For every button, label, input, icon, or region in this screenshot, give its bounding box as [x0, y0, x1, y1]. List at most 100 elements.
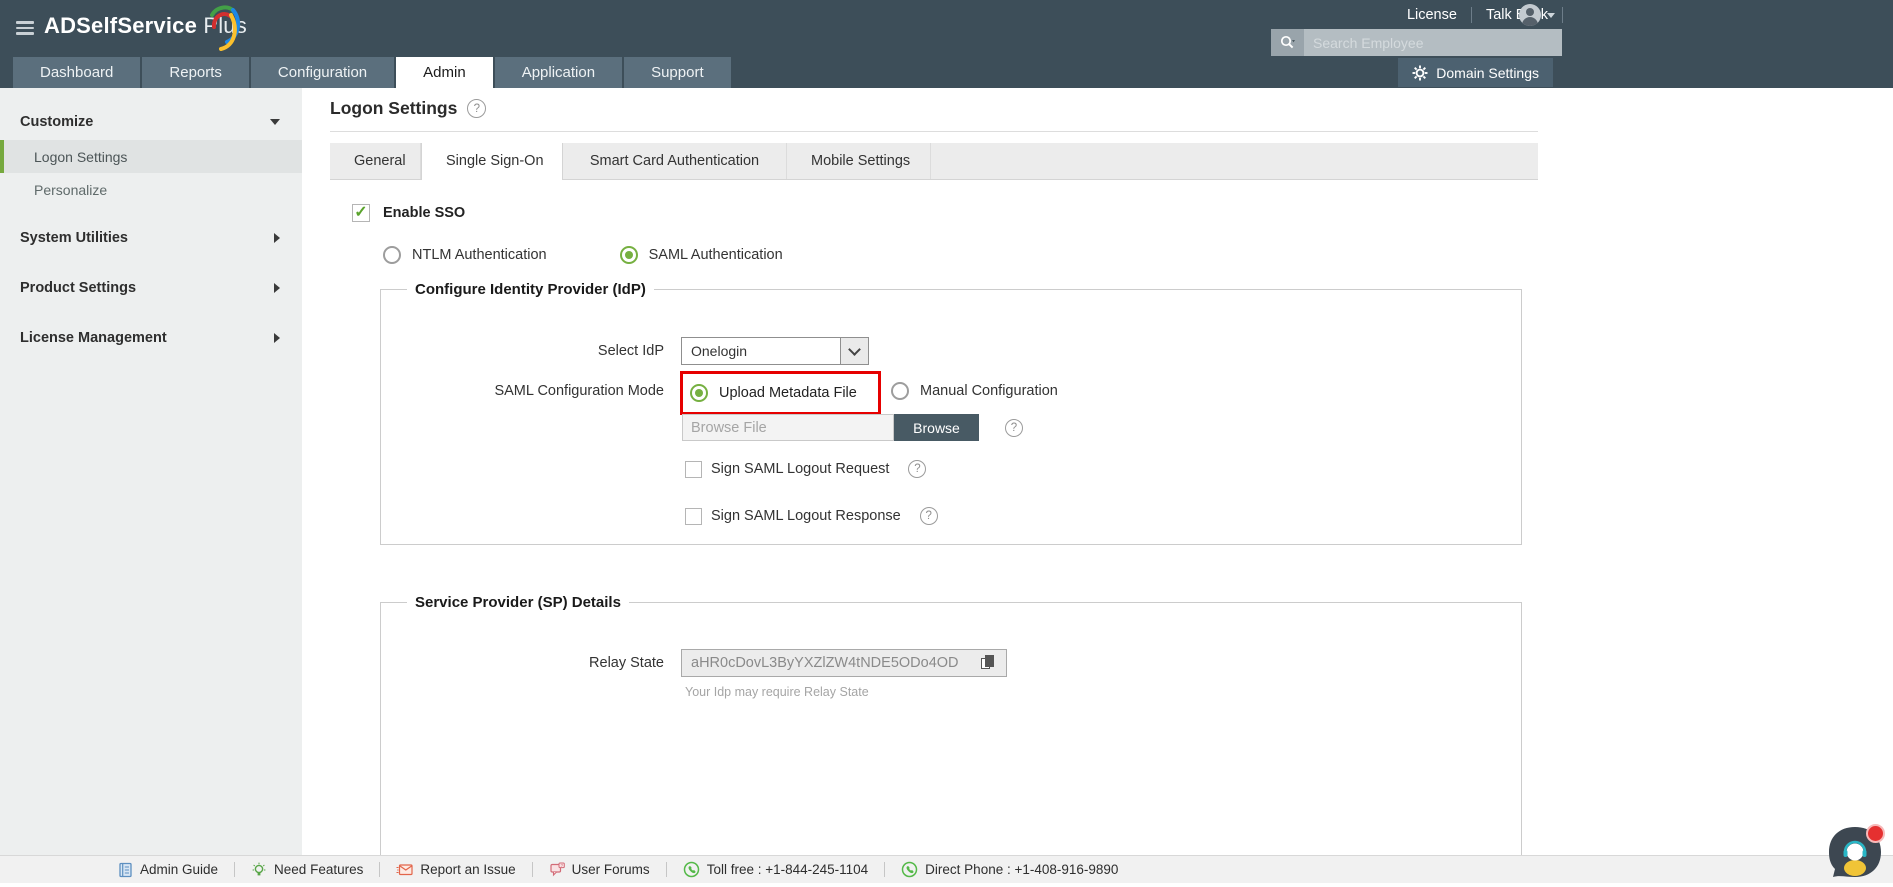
search-scope-button[interactable] [1271, 29, 1304, 56]
toll-free-contact: Toll free : +1-844-245-1104 [683, 861, 868, 878]
phone-icon [901, 861, 918, 878]
idp-fieldset: Configure Identity Provider (IdP) Select… [380, 281, 1522, 545]
license-link[interactable]: License [1393, 7, 1471, 23]
browse-help-icon[interactable]: ? [1005, 419, 1023, 437]
upload-metadata-label: Upload Metadata File [719, 385, 857, 401]
need-features-icon [252, 862, 266, 875]
sidebar-item-customize[interactable]: Customize [0, 104, 302, 140]
tab-mobile-settings[interactable]: Mobile Settings [787, 143, 931, 179]
nav-tab-support[interactable]: Support [624, 57, 731, 88]
relay-state-label: Relay State [589, 655, 664, 671]
select-idp-label: Select IdP [597, 343, 664, 359]
sidebar-item-license-management[interactable]: License Management [0, 320, 302, 356]
logo-swirl-icon [210, 5, 241, 51]
divider [1562, 7, 1563, 23]
tab-general[interactable]: General [330, 143, 421, 179]
hamburger-menu-icon[interactable] [16, 21, 34, 35]
user-forums-link[interactable]: ? User Forums [549, 862, 650, 878]
chevron-right-icon [274, 283, 280, 293]
user-avatar-icon[interactable] [1519, 4, 1541, 26]
enable-sso-label: Enable SSO [383, 205, 466, 221]
nav-tab-dashboard[interactable]: Dashboard [13, 57, 141, 88]
toll-free-label: Toll free : +1-844-245-1104 [706, 862, 869, 877]
report-issue-link[interactable]: Report an Issue [396, 862, 516, 877]
sidebar-item-label: Logon Settings [34, 148, 128, 165]
sign-logout-response-checkbox[interactable] [685, 507, 702, 525]
user-forums-icon: ? [550, 862, 565, 876]
divider [330, 131, 1538, 132]
phone-icon [683, 861, 699, 878]
notification-dot [1866, 824, 1885, 843]
logo-main-text: ADSelfService [44, 13, 198, 38]
sign-logout-request-help-icon[interactable]: ? [908, 460, 927, 478]
nav-tab-admin[interactable]: Admin [396, 57, 493, 88]
sign-logout-response-label: Sign SAML Logout Response [711, 508, 901, 524]
saml-authentication-radio[interactable] [619, 246, 638, 264]
sign-logout-request-checkbox[interactable] [685, 460, 702, 478]
divider [531, 862, 533, 877]
domain-settings-button[interactable]: Domain Settings [1398, 58, 1553, 87]
sign-logout-response-help-icon[interactable]: ? [919, 507, 938, 525]
manual-configuration-label: Manual Configuration [920, 383, 1058, 399]
page-help-icon[interactable]: ? [467, 99, 487, 118]
settings-tabstrip: General Single Sign-On Smart Card Authen… [330, 143, 1538, 180]
nav-tab-reports[interactable]: Reports [142, 57, 249, 88]
saml-authentication-label: SAML Authentication [648, 247, 783, 263]
sidebar-item-logon-settings[interactable]: Logon Settings [0, 140, 302, 173]
sidebar-item-product-settings[interactable]: Product Settings [0, 270, 302, 306]
chevron-right-icon [274, 333, 280, 343]
sign-logout-request-label: Sign SAML Logout Request [711, 461, 890, 477]
sidebar-item-label: License Management [20, 330, 167, 346]
admin-guide-link[interactable]: Admin Guide [118, 862, 218, 878]
nav-tab-configuration[interactable]: Configuration [250, 57, 395, 88]
report-issue-label: Report an Issue [420, 862, 516, 877]
sidebar-item-label: Personalize [34, 181, 108, 198]
user-forums-label: User Forums [571, 862, 650, 877]
browse-button[interactable]: Browse [894, 414, 979, 441]
nav-tab-application[interactable]: Application [494, 57, 623, 88]
idp-legend: Configure Identity Provider (IdP) [415, 281, 646, 298]
divider [234, 862, 236, 877]
support-chat-button[interactable] [1825, 824, 1885, 882]
direct-phone-contact: Direct Phone : +1-408-916-9890 [901, 861, 1118, 878]
chevron-down-icon[interactable] [840, 338, 868, 364]
main-nav: Dashboard Reports Configuration Admin Ap… [0, 57, 1893, 88]
sidebar-item-label: Product Settings [20, 280, 137, 296]
saml-mode-label: SAML Configuration Mode [494, 383, 664, 399]
upload-metadata-highlight-box: Upload Metadata File [680, 371, 881, 415]
chevron-right-icon [274, 233, 280, 243]
sidebar-item-system-utilities[interactable]: System Utilities [0, 220, 302, 256]
gear-icon [1412, 65, 1428, 80]
manual-configuration-radio[interactable] [891, 382, 909, 400]
tab-single-sign-on[interactable]: Single Sign-On [421, 143, 563, 180]
chevron-down-icon [270, 119, 280, 125]
ntlm-authentication-radio[interactable] [383, 246, 401, 264]
chevron-down-icon[interactable] [1547, 12, 1555, 18]
relay-state-input[interactable] [681, 649, 1007, 677]
report-issue-icon [396, 864, 413, 876]
select-idp-dropdown[interactable]: Onelogin [681, 337, 869, 365]
metadata-file-input[interactable] [682, 414, 894, 441]
search-icon [1280, 35, 1295, 49]
admin-guide-icon [119, 862, 132, 877]
sp-fieldset: Service Provider (SP) Details Relay Stat… [380, 594, 1522, 876]
footer: Admin Guide Need Features Report an Issu… [0, 855, 1893, 883]
enable-sso-checkbox[interactable]: ✓ [352, 204, 370, 222]
upload-metadata-radio[interactable] [690, 384, 708, 402]
direct-phone-label: Direct Phone : +1-408-916-9890 [925, 862, 1119, 877]
sidebar-item-label: System Utilities [20, 230, 128, 246]
employee-search [1271, 29, 1562, 56]
need-features-link[interactable]: Need Features [251, 862, 363, 878]
divider [884, 862, 886, 877]
check-icon: ✓ [354, 204, 368, 221]
user-menu[interactable] [1519, 4, 1555, 26]
search-input[interactable] [1304, 29, 1562, 56]
relay-state-hint: Your Idp may require Relay State [685, 685, 869, 699]
copy-icon[interactable] [981, 655, 995, 671]
top-bar: ADSelfService Plus License Talk Back [0, 0, 1893, 57]
tab-smart-card-authentication[interactable]: Smart Card Authentication [563, 143, 787, 179]
main-content: Logon Settings ? General Single Sign-On … [302, 88, 1893, 876]
select-idp-value: Onelogin [691, 343, 748, 359]
sidebar-item-personalize[interactable]: Personalize [0, 173, 302, 206]
divider [379, 862, 381, 877]
